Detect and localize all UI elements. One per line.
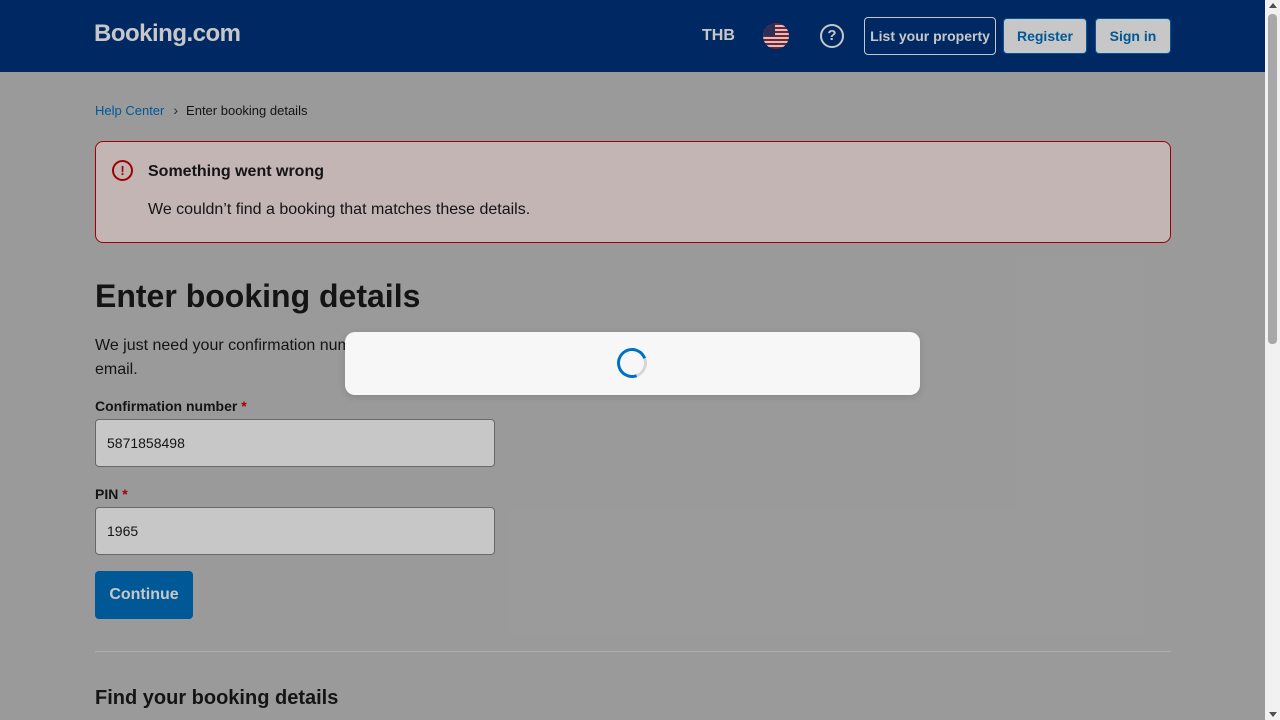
loading-dialog: [345, 332, 920, 395]
scroll-up-arrow-icon[interactable]: [1269, 3, 1277, 8]
page-scrollbar[interactable]: [1265, 0, 1280, 720]
scroll-thumb[interactable]: [1268, 14, 1277, 344]
loading-spinner-icon: [612, 343, 652, 383]
scroll-down-arrow-icon[interactable]: [1269, 712, 1277, 717]
